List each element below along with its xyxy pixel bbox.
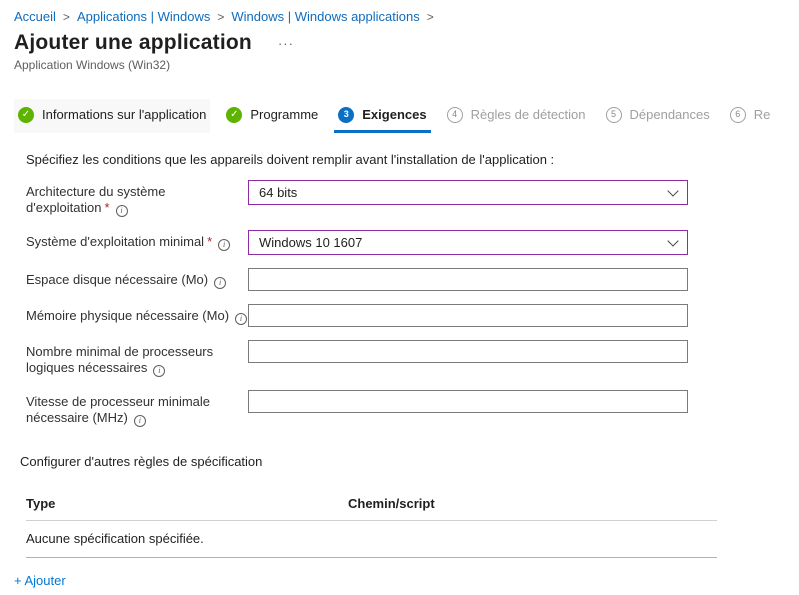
field-label-text: Système d'exploitation minimal (26, 234, 205, 249)
field-control (248, 304, 688, 327)
page-header: Ajouter une application ··· (14, 31, 799, 55)
form-row-os-architecture: Architecture du système d'exploitation * i… (26, 180, 799, 217)
form-row-minimum-os: Système d'exploitation minimal * i Windows … (26, 230, 799, 255)
field-label-text: Espace disque nécessaire (Mo) (26, 272, 209, 287)
step-label: Exigences (362, 107, 427, 122)
field-label-disk-space: Espace disque nécessaire (Mo) i (26, 268, 248, 289)
minimum-os-select[interactable]: Windows 10 1607 (248, 230, 688, 255)
info-icon[interactable]: i (153, 365, 166, 377)
column-header-type: Type (26, 496, 56, 511)
select-value: Windows 10 1607 (259, 235, 363, 250)
field-label-text: Vitesse de processeur minimale nécessair… (26, 394, 211, 425)
step-label: Re (753, 107, 771, 122)
os-architecture-select[interactable]: 64 bits (248, 180, 688, 205)
field-control (248, 390, 688, 413)
wizard-step-supersedence[interactable]: 6 Re (726, 99, 775, 133)
chevron-down-icon (667, 184, 679, 197)
step-label: Dépendances (629, 107, 710, 122)
field-control (248, 268, 688, 291)
field-label-cpu-speed: Vitesse de processeur minimale nécessair… (26, 390, 248, 427)
disk-space-input[interactable] (248, 268, 688, 291)
rules-table: Type Chemin/script Aucune spécification s… (26, 491, 717, 558)
required-asterisk: * (207, 234, 213, 249)
step-number-badge: 3 (338, 106, 355, 123)
rules-section-heading: Configurer d'autres règles de spécificat… (20, 454, 263, 469)
form-row-disk-space: Espace disque nécessaire (Mo) i (26, 268, 799, 291)
field-label-text: Mémoire physique nécessaire (Mo) (26, 308, 230, 323)
add-application-page: Accueil > Applications | Windows > Windows |… (0, 0, 799, 595)
info-icon[interactable]: i (218, 239, 231, 251)
info-icon[interactable]: i (214, 277, 227, 289)
breadcrumb-separator-icon: > (62, 10, 70, 24)
step-number-badge: 5 (605, 106, 622, 123)
add-rule-link[interactable]: + Ajouter (14, 573, 66, 588)
form-row-cpu-speed: Vitesse de processeur minimale nécessair… (26, 390, 799, 427)
step-label: Règles de détection (470, 107, 586, 122)
field-control: 64 bits (248, 180, 688, 205)
step-label: Informations sur l'application (42, 107, 207, 122)
form-row-physical-memory: Mémoire physique nécessaire (Mo) i (26, 304, 799, 327)
wizard-step-program[interactable]: ✓ Programme (222, 99, 322, 133)
field-label-text: Architecture du système d'exploitation (26, 184, 166, 215)
breadcrumb: Accueil > Applications | Windows > Windows |… (0, 0, 799, 24)
breadcrumb-link[interactable]: Accueil (14, 9, 56, 24)
form-row-logical-processors: Nombre minimal de processeurs logiques n… (26, 340, 799, 377)
wizard-step-dependencies[interactable]: 5 Dépendances (602, 99, 714, 133)
cpu-speed-input[interactable] (248, 390, 688, 413)
page-subtitle: Application Windows (Win32) (14, 58, 171, 72)
breadcrumb-separator-icon: > (217, 10, 225, 24)
step-label: Programme (250, 107, 319, 122)
breadcrumb-separator-icon: > (426, 10, 434, 24)
field-control: Windows 10 1607 (248, 230, 688, 255)
info-icon[interactable]: i (133, 415, 146, 427)
page-title: Ajouter une application (14, 31, 252, 54)
breadcrumb-link[interactable]: Windows | Windows applications (231, 9, 419, 24)
field-label-os-architecture: Architecture du système d'exploitation * i (26, 180, 248, 217)
field-label-logical-processors: Nombre minimal de processeurs logiques n… (26, 340, 248, 377)
step-number-badge: 4 (446, 106, 463, 123)
info-icon[interactable]: i (115, 205, 128, 217)
more-options-button[interactable]: ··· (278, 37, 294, 50)
wizard-steps: ✓ Informations sur l'application ✓ Programm… (14, 99, 799, 133)
check-icon: ✓ (226, 106, 243, 123)
breadcrumb-link[interactable]: Applications | Windows (77, 9, 210, 24)
required-asterisk: * (104, 200, 110, 215)
rules-table-empty-row: Aucune spécification spécifiée. (26, 521, 717, 558)
logical-processors-input[interactable] (248, 340, 688, 363)
wizard-step-detection-rules[interactable]: 4 Règles de détection (443, 99, 590, 133)
wizard-step-requirements[interactable]: 3 Exigences (334, 99, 431, 133)
rules-table-header: Type Chemin/script (26, 491, 717, 521)
field-label-text: Nombre minimal de processeurs logiques n… (26, 344, 214, 375)
physical-memory-input[interactable] (248, 304, 688, 327)
field-label-physical-memory: Mémoire physique nécessaire (Mo) i (26, 304, 248, 325)
field-control (248, 340, 688, 363)
chevron-down-icon (667, 234, 679, 247)
check-icon: ✓ (18, 106, 34, 123)
column-header-chemin-script: Chemin/script (348, 496, 435, 511)
field-label-minimum-os: Système d'exploitation minimal * i (26, 230, 248, 251)
step-number-badge: 6 (729, 106, 746, 123)
wizard-step-app-information[interactable]: ✓ Informations sur l'application (14, 99, 211, 133)
select-value: 64 bits (259, 185, 298, 200)
requirements-form: Architecture du système d'exploitation * i… (26, 180, 799, 427)
form-description: Spécifiez les conditions que les apparei… (26, 152, 555, 167)
info-icon[interactable]: i (235, 313, 248, 325)
